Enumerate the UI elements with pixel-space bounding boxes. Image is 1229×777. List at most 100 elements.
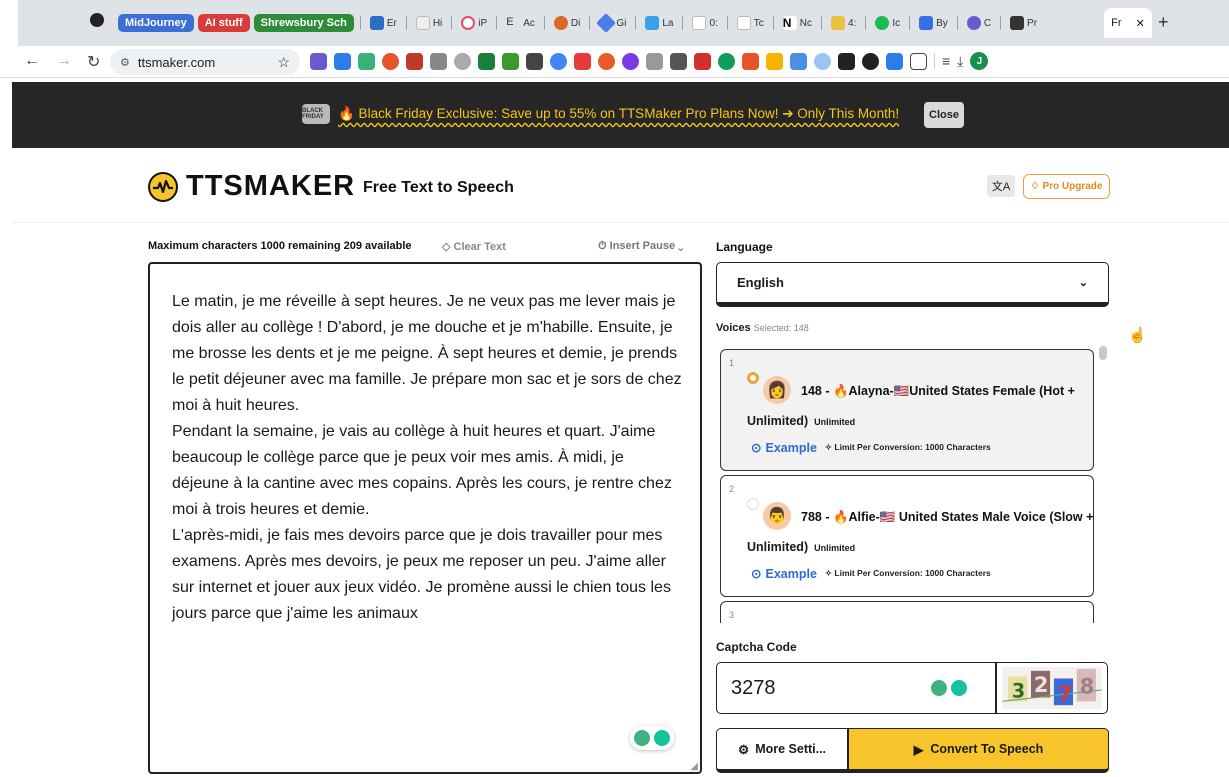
extension-icon[interactable] xyxy=(406,52,423,70)
extension-icon[interactable] xyxy=(670,52,687,70)
extension-icon[interactable] xyxy=(622,52,639,70)
site-info-icon[interactable]: ⚙ xyxy=(120,56,130,69)
tab-separator xyxy=(589,16,591,30)
extension-icon[interactable] xyxy=(334,52,351,70)
close-tab-icon[interactable]: ✕ xyxy=(1136,17,1145,30)
more-settings-button[interactable]: ⚙ More Setti... xyxy=(716,728,848,773)
clear-text-button[interactable]: ◇ Clear Text xyxy=(442,240,506,253)
tab-10[interactable]: N Nc xyxy=(780,16,815,30)
extension-icon[interactable] xyxy=(358,52,375,70)
extension-icon[interactable] xyxy=(646,52,663,70)
back-icon[interactable]: ← xyxy=(24,52,40,70)
promo-banner-content[interactable]: BLACK FRIDAY 🔥 Black Friday Exclusive: S… xyxy=(302,104,899,124)
language-label: Language xyxy=(716,240,773,254)
extension-icon[interactable] xyxy=(598,52,615,70)
pro-upgrade-button[interactable]: ♢ Pro Upgrade xyxy=(1023,174,1110,199)
active-tab[interactable]: Fr ✕ xyxy=(1104,8,1152,38)
tab-12[interactable]: Ic xyxy=(872,16,903,30)
reading-list-icon[interactable]: ≡ xyxy=(942,53,950,69)
grammarly-widget[interactable] xyxy=(630,726,674,750)
bookmark-folder-midjourney[interactable]: MidJourney xyxy=(118,14,194,32)
new-tab-icon[interactable]: + xyxy=(1158,12,1169,33)
tab-separator xyxy=(405,16,407,30)
tab-6[interactable]: Gi xyxy=(596,13,629,33)
tab-4[interactable]: E Ac xyxy=(503,16,538,30)
tab-7[interactable]: La xyxy=(642,16,676,30)
tab-14[interactable]: C xyxy=(964,16,994,30)
extension-icon[interactable] xyxy=(790,52,807,70)
captcha-image[interactable]: 3 2 7 8 xyxy=(996,662,1108,714)
voice-card[interactable]: 1 👩 148 - 🔥Alayna-🇺🇸United States Female… xyxy=(720,349,1094,471)
tab-separator xyxy=(451,16,453,30)
voice-list[interactable]: 1 👩 148 - 🔥Alayna-🇺🇸United States Female… xyxy=(716,343,1100,623)
text-input-area[interactable]: Le matin, je me réveille à sept heures. … xyxy=(148,262,702,774)
extension-icon[interactable] xyxy=(478,52,495,70)
address-bar[interactable]: ⚙ ttsmaker.com ☆ xyxy=(110,49,300,75)
voice-list-scrollbar[interactable] xyxy=(1099,346,1107,360)
extension-icon[interactable] xyxy=(814,52,831,70)
voice-example-button[interactable]: ⊙ Example ✧ Limit Per Conversion: 1000 C… xyxy=(751,440,991,456)
extensions-puzzle-icon[interactable] xyxy=(910,52,927,70)
extension-icon[interactable] xyxy=(838,52,855,70)
extension-icon[interactable] xyxy=(694,52,711,70)
banner-close-button[interactable]: Close xyxy=(924,102,964,128)
grammarly-widget[interactable] xyxy=(927,676,971,700)
resize-handle-icon[interactable]: ◢ xyxy=(690,761,698,772)
site-header: TTSMAKER Free Text to Speech 文A ♢ Pro Upg… xyxy=(12,148,1229,223)
bookmark-row: MidJourney AI stuff Shrewsbury Sch Er Hi… xyxy=(118,12,1040,34)
extension-icon[interactable] xyxy=(766,52,783,70)
voices-label: Voices xyxy=(716,322,751,334)
tab-label: Nc xyxy=(799,17,813,29)
extension-icon[interactable] xyxy=(310,52,327,70)
download-icon[interactable]: ⤓ xyxy=(957,53,963,70)
extension-icon[interactable] xyxy=(382,52,399,70)
tab-label: Ac xyxy=(523,17,535,29)
voice-card[interactable]: 2 👨 788 - 🔥Alfie-🇺🇸 United States Male V… xyxy=(720,475,1094,597)
extension-icon[interactable] xyxy=(886,52,903,70)
voice-card[interactable]: 3 xyxy=(720,601,1094,623)
voice-radio[interactable] xyxy=(747,498,759,510)
tab-1[interactable]: Er xyxy=(367,16,400,30)
voice-example-button[interactable]: ⊙ Example ✧ Limit Per Conversion: 1000 C… xyxy=(751,566,991,582)
bookmark-folder-ai-stuff[interactable]: AI stuff xyxy=(197,14,250,32)
tab-11[interactable]: 4: xyxy=(828,16,859,30)
extension-icon[interactable] xyxy=(430,52,447,70)
extension-icon[interactable] xyxy=(574,52,591,70)
voice-limit-text: Limit Per Conversion: 1000 Characters xyxy=(834,568,991,578)
grammarly-icon xyxy=(654,730,670,746)
tab-8[interactable]: 0: xyxy=(689,16,720,30)
extension-icon[interactable] xyxy=(742,52,759,70)
language-select[interactable]: English ⌄ xyxy=(716,262,1109,307)
logo-mark-icon xyxy=(148,171,178,202)
browser-menu-icon[interactable] xyxy=(90,13,104,27)
translate-icon[interactable]: 文A xyxy=(987,175,1015,197)
tab-9[interactable]: Tc xyxy=(734,16,767,30)
editor-content[interactable]: Le matin, je me réveille à sept heures. … xyxy=(172,289,684,627)
forward-icon[interactable]: → xyxy=(56,52,72,70)
insert-pause-button[interactable]: ⏱ Insert Pause ⌄ xyxy=(598,240,683,253)
captcha-input[interactable]: 3278 xyxy=(716,662,996,714)
bookmark-folder-shrewsbury[interactable]: Shrewsbury Sch xyxy=(253,14,354,32)
extension-icon[interactable] xyxy=(454,52,471,70)
tab-favicon xyxy=(831,16,846,30)
extension-icon[interactable] xyxy=(862,52,879,70)
promo-text[interactable]: 🔥 Black Friday Exclusive: Save up to 55%… xyxy=(338,106,899,122)
tab-3[interactable]: iP xyxy=(458,16,490,30)
extension-icon[interactable] xyxy=(526,52,543,70)
convert-to-speech-button[interactable]: ▶ Convert To Speech xyxy=(848,728,1109,773)
tab-15[interactable]: Pr xyxy=(1007,16,1040,30)
tab-5[interactable]: Di xyxy=(551,16,583,30)
profile-avatar[interactable]: J xyxy=(970,52,989,70)
tab-13[interactable]: By xyxy=(916,16,951,30)
extension-icon[interactable] xyxy=(502,52,519,70)
bookmark-star-icon[interactable]: ☆ xyxy=(277,54,290,71)
extension-icon[interactable] xyxy=(718,52,735,70)
voice-name: 788 - 🔥Alfie-🇺🇸 United States Male Voice… xyxy=(801,510,1094,524)
reload-icon[interactable]: ↻ xyxy=(87,52,100,72)
logo[interactable]: TTSMAKER xyxy=(148,170,355,203)
voice-radio-selected[interactable] xyxy=(747,372,759,384)
tab-favicon xyxy=(919,16,934,30)
tab-2[interactable]: Hi xyxy=(413,16,445,30)
voice-index: 1 xyxy=(729,358,735,368)
extension-icon[interactable] xyxy=(550,52,567,70)
